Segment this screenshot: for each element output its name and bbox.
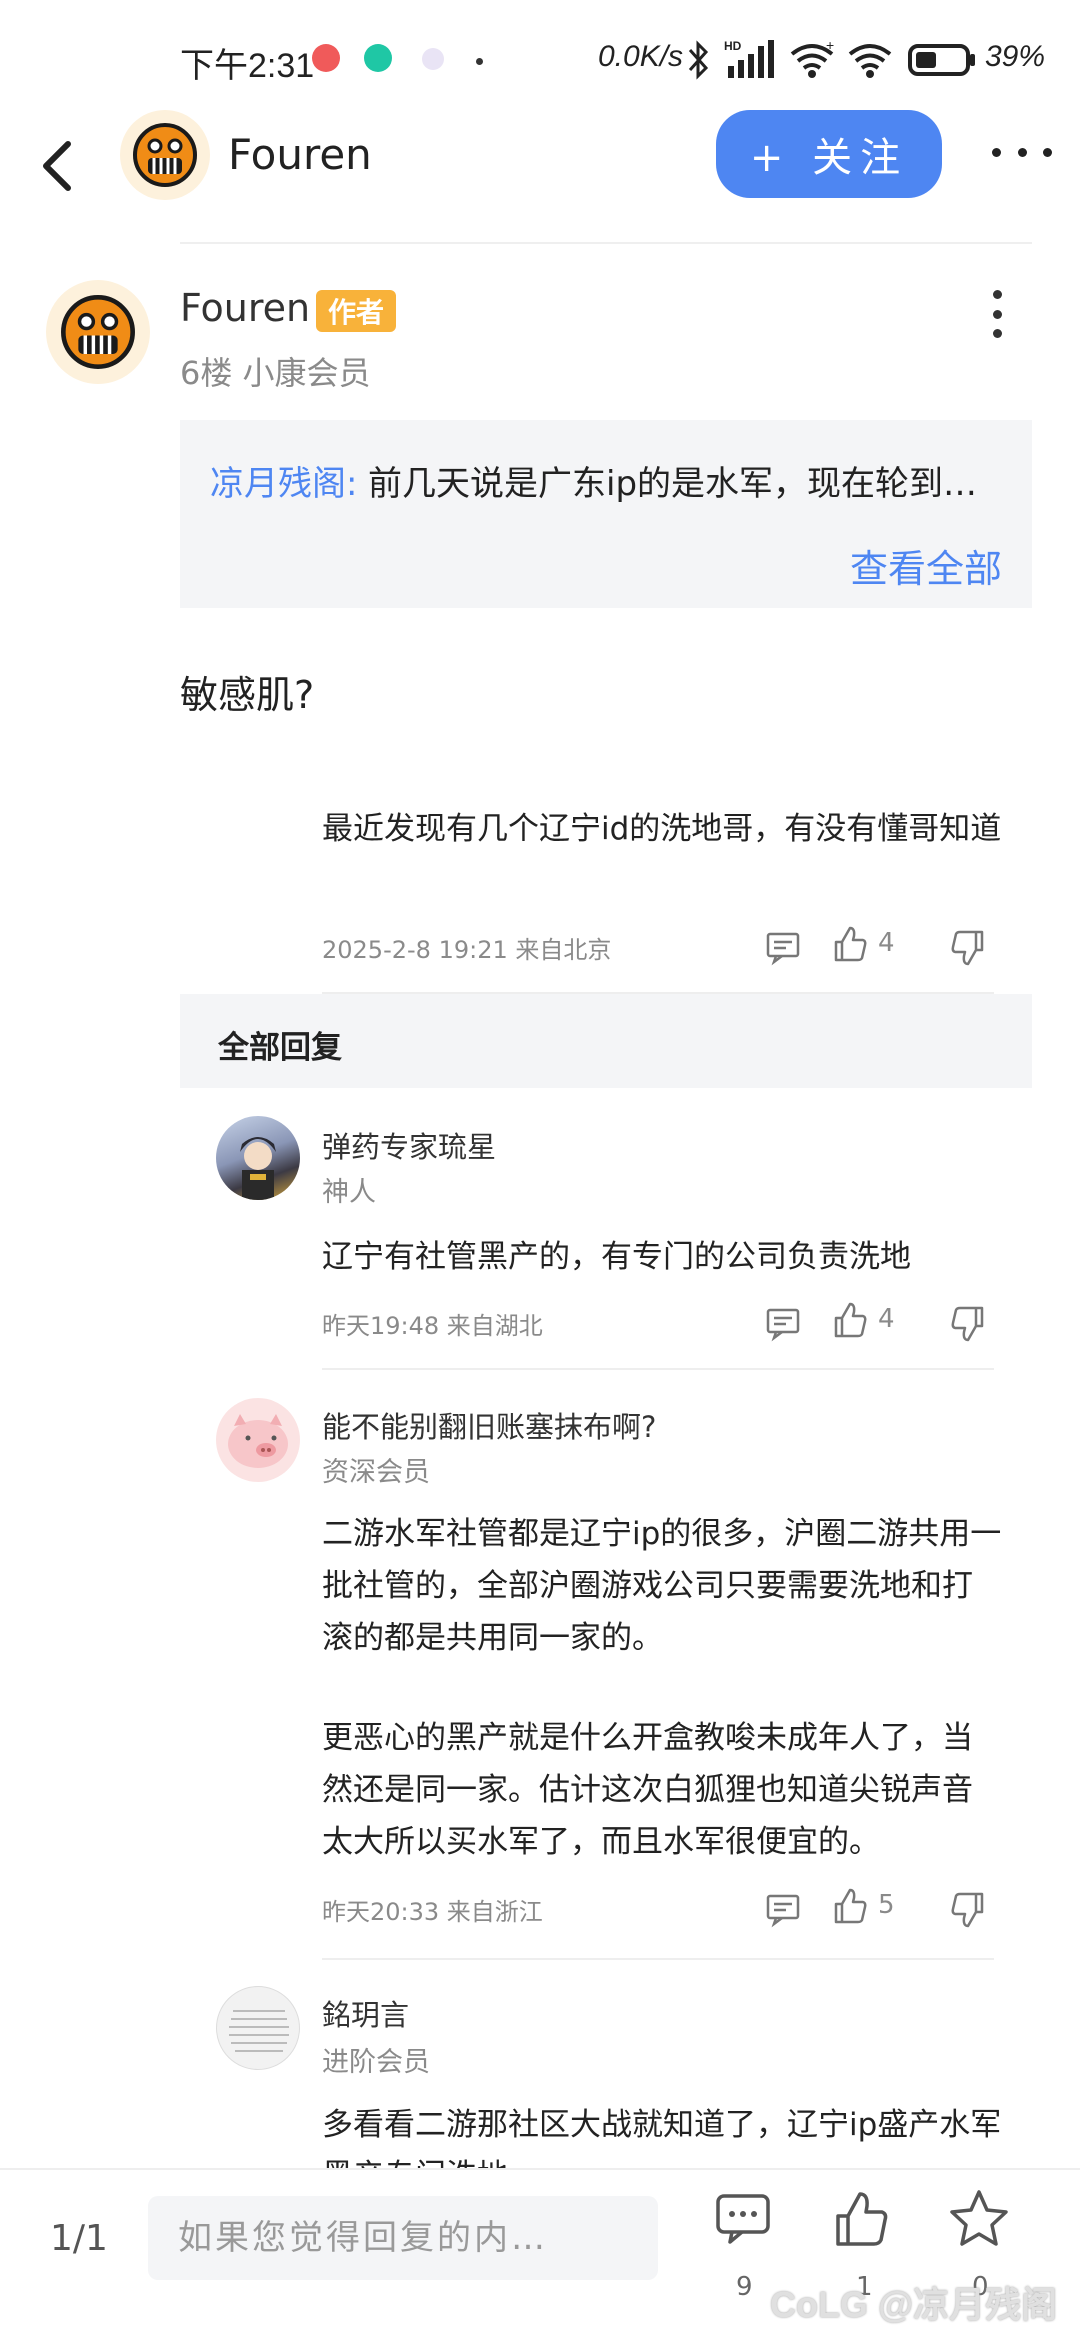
reply-user-level: 进阶会员 [322, 2047, 430, 2078]
reply-text: 二游水军社管都是辽宁ip的很多，沪圈二游共用一批社管的，全部沪圈游戏公司只要需要… [322, 1516, 1002, 1656]
sub-post-text: 最近发现有几个辽宁id的洗地哥，有没有懂哥知道 [322, 811, 1002, 847]
follow-button[interactable]: + 关注 [716, 110, 942, 198]
reply-avatar[interactable] [216, 1398, 300, 1482]
avatar-face-icon [61, 295, 135, 369]
notification-app-icon [422, 48, 444, 70]
page-indicator[interactable]: 1/1 [50, 2218, 108, 2259]
comment-icon[interactable] [764, 1890, 804, 1930]
view-all-link[interactable]: 查看全部 [850, 538, 1002, 593]
reply-user-level: 神人 [322, 1177, 376, 1208]
floor-meta: 6楼 小康会员 [180, 354, 371, 392]
pig-icon [228, 1414, 288, 1468]
all-replies-header: 全部回复 [180, 994, 1032, 1088]
sub-post-meta: 2025-2-8 19:21 来自北京 [322, 936, 612, 964]
reply-user-level: 资深会员 [322, 1457, 430, 1488]
signal-icon: HD [724, 39, 774, 78]
floor-more-icon[interactable] [990, 290, 1004, 338]
watermark: CoLG @凉月残阁 [770, 2284, 1058, 2325]
divider [180, 242, 1032, 244]
reply-avatar[interactable] [216, 1986, 300, 2070]
author-badge: 作者 [316, 290, 396, 332]
reply-meta: 昨天20:33 来自浙江 [322, 1898, 543, 1926]
svg-text:HD: HD [724, 39, 742, 53]
floor-author-name[interactable]: Fouren [180, 286, 310, 330]
comment-icon[interactable] [764, 928, 804, 968]
battery-icon [908, 44, 975, 76]
thumbs-up-icon[interactable] [830, 924, 870, 964]
like-count: 4 [878, 1304, 895, 1334]
svg-text:+: + [826, 40, 834, 53]
reply-username[interactable]: 弹药专家琉星 [322, 1124, 496, 1166]
comment-icon[interactable] [712, 2188, 774, 2250]
back-arrow-icon[interactable] [30, 130, 90, 200]
reply-meta: 昨天19:48 来自湖北 [322, 1312, 543, 1340]
reply-input[interactable] [148, 2196, 658, 2280]
quoted-reply[interactable]: 凉月残阁: 前几天说是广东ip的是水军，现在轮到… 查看全部 [180, 420, 1032, 608]
header-avatar[interactable] [120, 110, 210, 200]
network-speed: 0.0K/s [598, 40, 684, 73]
bluetooth-icon [688, 40, 709, 80]
notification-dot-icon [476, 58, 483, 65]
thumbs-down-icon[interactable] [948, 1890, 988, 1930]
status-bar: 下午2:31 0.0K/s HD + 39% [0, 0, 1080, 110]
battery-percent: 39% [985, 40, 1046, 73]
comment-count: 9 [736, 2272, 753, 2302]
like-count: 5 [878, 1890, 895, 1920]
all-replies-label: 全部回复 [218, 1030, 342, 1066]
reply-text: 更恶心的黑产就是什么开盒教唆未成年人了，当然还是同一家。估计这次白狐狸也知道尖锐… [322, 1720, 973, 1860]
avatar-face-icon [133, 123, 197, 187]
more-options-icon[interactable] [992, 132, 1052, 172]
thumbs-down-icon[interactable] [948, 928, 988, 968]
star-icon[interactable] [948, 2188, 1010, 2250]
status-time: 下午2:31 [180, 47, 315, 85]
floor-body-text: 敏感肌? [180, 673, 315, 717]
wifi-icon [848, 44, 892, 78]
quote-username[interactable]: 凉月残阁: [210, 456, 357, 505]
notification-app-icon [312, 44, 340, 72]
thumbs-down-icon[interactable] [948, 1304, 988, 1344]
reply-avatar[interactable] [216, 1116, 300, 1200]
reply-text: 多看看二游那社区大战就知道了，辽宁ip盛产水军黑产专门洗地 [322, 2107, 1002, 2168]
thumbs-up-icon[interactable] [830, 1886, 870, 1926]
top-nav-bar: Fouren + 关注 [0, 110, 1080, 240]
wifi-plus-icon: + [790, 40, 834, 78]
thumbs-up-icon[interactable] [830, 1300, 870, 1340]
header-username[interactable]: Fouren [228, 130, 372, 179]
notification-app-icon [364, 44, 392, 72]
anime-avatar-icon [240, 1137, 276, 1200]
divider [322, 1368, 994, 1370]
bottom-action-bar: 1/1 9 1 0 CoLG @凉月残阁 [0, 2168, 1080, 2340]
quote-text: 前几天说是广东ip的是水军，现在轮到… [368, 464, 978, 504]
divider [322, 1958, 994, 1960]
reply-username[interactable]: 能不能别翻旧账塞抹布啊? [322, 1404, 656, 1446]
thumbs-up-icon[interactable] [830, 2188, 892, 2250]
text-image-avatar-icon [229, 2010, 289, 2052]
like-count: 4 [878, 928, 895, 958]
author-avatar[interactable] [46, 280, 150, 384]
reply-text: 辽宁有社管黑产的，有专门的公司负责洗地 [322, 1239, 911, 1275]
comment-icon[interactable] [764, 1304, 804, 1344]
reply-username[interactable]: 銘玥言 [322, 1992, 409, 2034]
